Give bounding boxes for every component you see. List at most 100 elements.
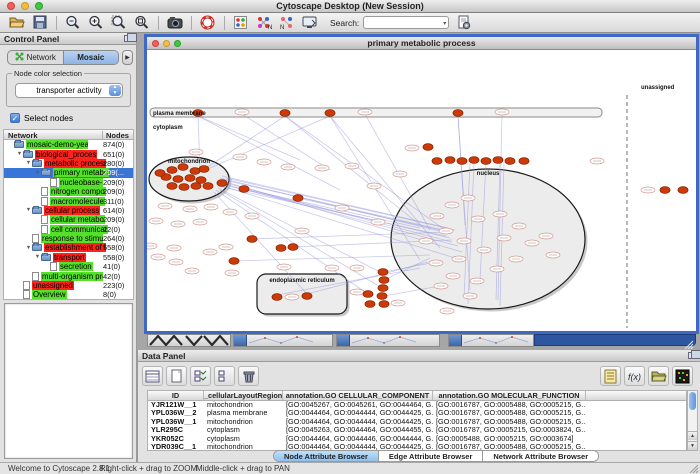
tree-row-macromolecule[interactable]: macromolecule311(0) [4, 196, 133, 205]
matrix-icon[interactable] [672, 366, 693, 386]
network-node[interactable] [191, 183, 201, 190]
network-node[interactable] [445, 157, 455, 164]
network-node[interactable] [423, 144, 433, 151]
column-header-3[interactable]: annotation.GO MOLECULAR_FUNCTION [433, 391, 586, 400]
notes-icon[interactable] [600, 366, 621, 386]
float-panel-icon[interactable] [124, 35, 132, 42]
zoom-selected-icon[interactable] [110, 14, 127, 31]
network-node[interactable] [155, 170, 165, 177]
snapshot-icon[interactable] [166, 14, 183, 31]
column-header-1[interactable]: _cellularLayoutRegion [204, 391, 283, 400]
network-node[interactable] [173, 176, 183, 183]
network-node[interactable] [239, 186, 249, 193]
network-node[interactable] [660, 187, 670, 194]
minimized-window-0[interactable] [147, 334, 231, 347]
network-node[interactable] [457, 158, 467, 165]
tab-edge-attribute-browser[interactable]: Edge Attribute Browser [379, 451, 483, 461]
table-row-YPL036W__2[interactable]: YPL036W__2plasma membrane[GO:0044464, GO… [148, 409, 686, 417]
tree-row-metabolic-process[interactable]: ▼metabolic process280(0) [4, 159, 133, 168]
tree-row-secretion[interactable]: secretion41(0) [4, 262, 133, 271]
network-node[interactable] [217, 180, 227, 187]
network-node[interactable] [378, 285, 388, 292]
import-attributes-icon[interactable] [648, 366, 669, 386]
tree-row-mosaic-demo-yeast[interactable]: mosaic-demo-yeast874(0) [4, 140, 133, 149]
network-node[interactable] [505, 158, 515, 165]
tree-row-nucleobase-[interactable]: nucleobase-209(0) [4, 178, 133, 187]
tab-network[interactable]: Network [8, 51, 64, 64]
network-node[interactable] [280, 110, 290, 117]
network-node[interactable] [453, 110, 463, 117]
expand-arrow-icon[interactable]: ▼ [25, 160, 32, 166]
tree-col-nodes[interactable]: Nodes [102, 131, 129, 140]
tree-row-nitrogen-compo[interactable]: nitrogen compo209(0) [4, 187, 133, 196]
annotation-icon[interactable] [301, 14, 318, 31]
attribute-select-icon[interactable] [142, 366, 163, 386]
network-node[interactable] [203, 183, 213, 190]
tab-scroll-right-icon[interactable]: ▶ [122, 50, 133, 65]
network-node[interactable] [293, 195, 303, 202]
app-resize-grip-icon[interactable] [689, 464, 699, 473]
network-node[interactable] [276, 245, 286, 252]
network-node[interactable] [379, 277, 389, 284]
network-node[interactable] [167, 167, 177, 174]
search-input[interactable] [367, 17, 437, 28]
network-node[interactable] [432, 158, 442, 165]
network-node[interactable] [325, 110, 335, 117]
table-row-YJR121W__1[interactable]: YJR121W__1mitochondrion[GO:0045267, GO:0… [148, 401, 686, 409]
scroll-up-icon[interactable]: ▲ [688, 431, 697, 440]
zoom-in-icon[interactable] [87, 14, 104, 31]
minimized-window-3[interactable] [448, 334, 534, 347]
tree-row-primary-metabo[interactable]: ▼primary metabo209(... [4, 168, 133, 177]
dropdown-stepper-icon[interactable]: ▲▼ [109, 85, 121, 96]
tree-row-establishment-of-lo[interactable]: ▼establishment of lo558(0) [4, 243, 133, 252]
tree-row-multi-organism-pro[interactable]: multi-organism pro42(0) [4, 271, 133, 280]
new-attribute-icon[interactable] [166, 366, 187, 386]
tree-row-overview[interactable]: Overview8(0) [4, 290, 133, 299]
tree-row-transport[interactable]: ▼transport558(0) [4, 253, 133, 262]
tab-mosaic[interactable]: Mosaic [64, 51, 119, 64]
network-node[interactable] [272, 294, 282, 301]
network-node[interactable] [678, 187, 688, 194]
birdseye-view[interactable] [4, 303, 133, 459]
tree-row-cellular-metabo[interactable]: cellular metabo209(0) [4, 215, 133, 224]
network-node[interactable] [229, 258, 239, 265]
network-node[interactable] [167, 183, 177, 190]
unselect-all-attributes-icon[interactable] [214, 366, 235, 386]
tab-node-attribute-browser[interactable]: Node Attribute Browser [274, 451, 379, 461]
table-row-YLR295C[interactable]: YLR295Ccytoplasm[GO:0045263, GO:0044464,… [148, 426, 686, 434]
network-window-titlebar[interactable]: primary metabolic process [147, 37, 696, 50]
tree-col-network[interactable]: Network [8, 131, 38, 140]
column-header-2[interactable]: annotation.GO CELLULAR_COMPONENT [283, 391, 433, 400]
network-node[interactable] [377, 293, 387, 300]
function-builder-icon[interactable]: f(x) [624, 366, 645, 386]
scrollbar-thumb[interactable] [689, 392, 696, 410]
network-node[interactable] [190, 168, 200, 175]
network-node[interactable] [199, 166, 209, 173]
save-session-icon[interactable] [31, 14, 48, 31]
preferences-icon[interactable] [455, 14, 472, 31]
tree-row-cellular-process[interactable]: ▼cellular process614(0) [4, 206, 133, 215]
network-canvas[interactable]: plasma membranemitochondrionnucleusendop… [147, 50, 696, 331]
network-node[interactable] [185, 175, 195, 182]
node-color-dropdown[interactable]: transporter activity ▲▼ [15, 83, 123, 98]
select-nodes-checkbox[interactable]: ✓ [10, 113, 20, 123]
table-vertical-scrollbar[interactable]: ▲ ▼ [687, 390, 698, 451]
network-node[interactable] [378, 269, 388, 276]
search-dropdown-arrow-icon[interactable]: ▾ [443, 20, 446, 27]
minimized-window-2[interactable] [336, 334, 440, 347]
vizmapper-icon[interactable] [232, 14, 249, 31]
tab-network-attribute-browser[interactable]: Network Attribute Browser [483, 451, 598, 461]
zoom-out-icon[interactable] [64, 14, 81, 31]
table-row-YPL036W__1[interactable]: YPL036W__1mitochondrion[GO:0044464, GO:0… [148, 418, 686, 426]
float-panel-icon[interactable] [688, 352, 696, 359]
network-node[interactable] [288, 244, 298, 251]
network-node[interactable] [469, 157, 479, 164]
expand-arrow-icon[interactable]: ▼ [25, 245, 32, 251]
tree-row-cell-communicat[interactable]: cell communicat22(0) [4, 225, 133, 234]
tree-row-biological-process[interactable]: ▼biological_process651(0) [4, 149, 133, 158]
column-header-0[interactable]: ID [148, 391, 204, 400]
expand-arrow-icon[interactable]: ▼ [25, 207, 32, 213]
table-row-YKR052C[interactable]: YKR052Ccytoplasm[GO:0044464, GO:0044446,… [148, 435, 686, 443]
rotate-network-icon[interactable]: N [278, 14, 295, 31]
tree-row-response-to-stimulu[interactable]: response to stimulu264(0) [4, 234, 133, 243]
